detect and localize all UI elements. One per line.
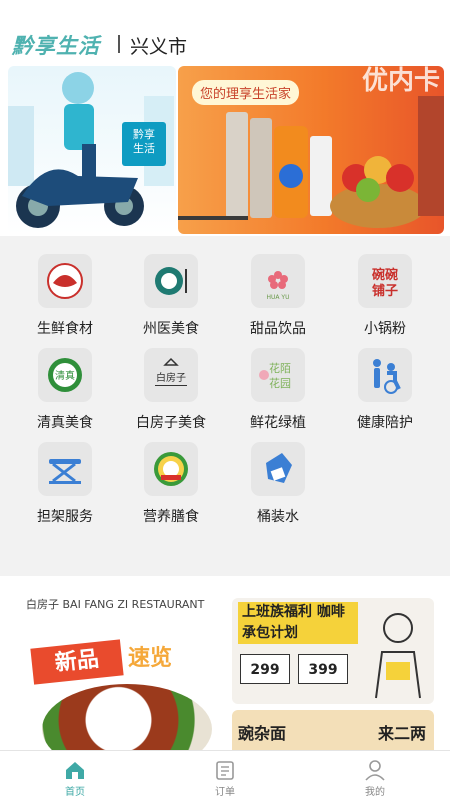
promo-speed-title: 速览 — [128, 646, 173, 671]
halal-icon: 清真 — [38, 348, 92, 402]
category-label: 生鲜食材 — [37, 321, 93, 337]
tab-label: 首页 — [65, 787, 85, 798]
tab-label: 订单 — [215, 787, 235, 798]
category-stretcher[interactable]: 担架服务 — [14, 430, 114, 525]
promo-new-badge: 新品 — [30, 639, 124, 685]
tab-profile[interactable]: 我的 — [300, 751, 450, 800]
promo-restaurant-logo: 白房子 BAI FANG ZI RESTAURANT — [26, 598, 205, 611]
svg-text:花园: 花园 — [269, 377, 291, 390]
category-nutrition[interactable]: 营养膳食 — [120, 430, 220, 525]
category-label: 健康陪护 — [357, 415, 413, 431]
banner-delivery[interactable]: 黔享 生活 — [8, 66, 176, 234]
category-label: 桶装水 — [257, 509, 299, 525]
promo-white-house[interactable]: 白房子 BAI FANG ZI RESTAURANT 新品 速览 — [22, 588, 222, 774]
category-label: 清真美食 — [37, 415, 93, 431]
svg-text:碗碗: 碗碗 — [372, 267, 398, 283]
svg-text:铺子: 铺子 — [372, 283, 398, 299]
category-halal[interactable]: 清真 清真美食 — [14, 336, 114, 431]
svg-text:花陌: 花陌 — [269, 362, 291, 375]
banner-slogan: 您的理享生活家 — [192, 80, 300, 105]
brand-logo: 黔享生活 — [12, 34, 100, 58]
tab-home[interactable]: 首页 — [0, 751, 150, 800]
category-label: 小锅粉 — [364, 321, 406, 337]
tab-label: 我的 — [365, 787, 385, 798]
category-fresh-food[interactable]: 生鲜食材 — [14, 242, 114, 337]
price-card-2: 399 — [298, 654, 348, 684]
price-card-1: 299 — [240, 654, 290, 684]
header: 黔享生活 兴义市 — [0, 0, 450, 66]
hospital-food-icon — [144, 254, 198, 308]
promo-coffee-plan[interactable]: 上班族福利 咖啡承包计划 299 399 — [232, 598, 434, 704]
order-icon — [216, 761, 234, 780]
category-label: 甜品饮品 — [250, 321, 306, 337]
svg-text:清真: 清真 — [55, 369, 75, 382]
category-label: 白房子美食 — [136, 415, 206, 431]
category-dessert[interactable]: HUA YU 甜品饮品 — [227, 242, 327, 337]
noodle-bowl-icon: 碗碗 铺子 — [358, 254, 412, 308]
water-bottle-icon — [251, 442, 305, 496]
fresh-food-icon — [38, 254, 92, 308]
promo-noodles[interactable]: 豌杂面 来二两 — [232, 710, 434, 750]
stretcher-icon — [38, 442, 92, 496]
category-grid: 生鲜食材 州医美食 HUA YU 甜品饮品 碗碗铺子 小锅粉 清真 清真美食 — [0, 236, 450, 576]
barista-illustration — [375, 613, 421, 699]
caregiver-icon — [358, 348, 412, 402]
nutrition-icon — [144, 442, 198, 496]
category-hospital-food[interactable]: 州医美食 — [120, 242, 220, 337]
banner-title: 优内卡 — [361, 66, 440, 96]
white-house-icon: 白房子 — [144, 348, 198, 402]
promo-coffee-title: 上班族福利 咖啡承包计划 — [238, 602, 358, 644]
category-label: 营养膳食 — [143, 509, 199, 525]
promo-noodle-slogan: 来二两 — [377, 724, 426, 743]
promo-section: 白房子 BAI FANG ZI RESTAURANT 新品 速览 上班族福利 咖… — [0, 576, 450, 774]
banner-carousel[interactable]: 黔享 生活 您的理享生活家 优内卡 — [0, 66, 450, 236]
svg-text:HUA YU: HUA YU — [267, 294, 290, 301]
promo-noodle-name: 豌杂面 — [238, 724, 287, 743]
category-label: 鲜花绿植 — [250, 415, 306, 431]
category-flowers[interactable]: 花陌 花园 鲜花绿植 — [227, 336, 327, 431]
home-icon — [66, 762, 84, 779]
profile-icon — [365, 760, 385, 781]
category-white-house[interactable]: 白房子 白房子美食 — [120, 336, 220, 431]
tab-orders[interactable]: 订单 — [150, 751, 300, 800]
category-label: 担架服务 — [37, 509, 93, 525]
app-page: 黔享生活 兴义市 黔享 生活 您的理享生活家 优内卡 生鲜食材 州医美食 HUA… — [0, 0, 450, 800]
banner-grocery[interactable]: 您的理享生活家 优内卡 — [178, 66, 444, 234]
dessert-icon: HUA YU — [251, 254, 305, 308]
category-water[interactable]: 桶装水 — [227, 430, 327, 525]
delivery-box-label: 黔享 生活 — [122, 122, 166, 166]
category-label: 州医美食 — [143, 321, 199, 337]
bottom-tab-bar: 首页 订单 我的 — [0, 750, 450, 800]
svg-text:白房子: 白房子 — [156, 371, 186, 384]
city-selector[interactable]: 兴义市 — [130, 32, 187, 59]
flower-icon: 花陌 花园 — [251, 348, 305, 402]
category-noodle[interactable]: 碗碗 铺子 小锅粉 — [334, 242, 434, 337]
header-divider — [118, 35, 120, 53]
category-caregiver[interactable]: 健康陪护 — [334, 336, 434, 431]
